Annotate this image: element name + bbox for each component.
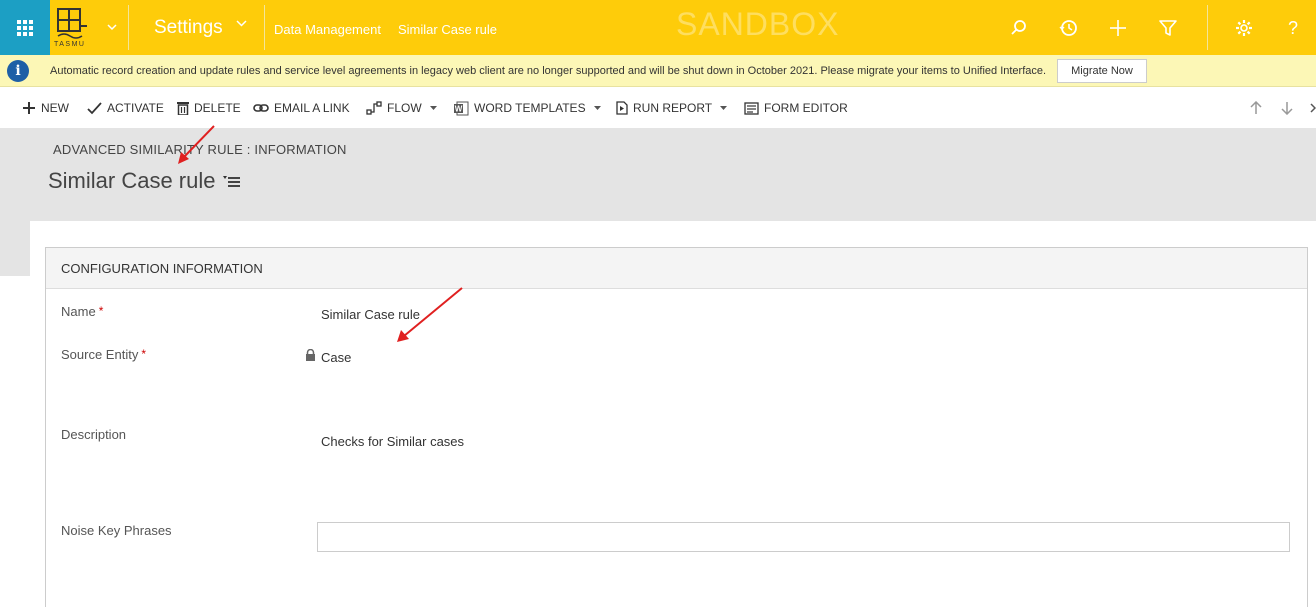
required-indicator: * <box>141 347 146 361</box>
new-label: NEW <box>41 101 69 115</box>
chevron-down-icon[interactable] <box>236 20 247 27</box>
source-entity-field: Case <box>321 350 352 365</box>
description-label: Description <box>61 427 127 442</box>
caret-down-icon <box>593 106 601 110</box>
required-indicator: * <box>98 304 104 318</box>
help-icon: ? <box>1287 17 1298 38</box>
trash-icon <box>177 102 189 115</box>
lock-icon <box>306 349 315 361</box>
caret-down-icon <box>720 106 728 110</box>
search-button[interactable] <box>1009 18 1029 38</box>
noise-key-phrases-input[interactable] <box>317 522 1290 552</box>
flow-icon <box>366 101 382 115</box>
previous-record-button[interactable] <box>1250 100 1267 116</box>
create-new-button[interactable] <box>1108 18 1128 38</box>
arrow-down-icon <box>1281 102 1293 115</box>
flow-label: FLOW <box>387 101 422 115</box>
logo-caption: TASMU <box>54 41 86 48</box>
tasmu-logo-mark <box>57 8 87 39</box>
top-nav-bar: TASMU Settings Data Management Similar C… <box>0 0 1316 55</box>
record-title: Similar Case rule <box>48 168 216 193</box>
delete-button[interactable]: DELETE <box>177 100 241 116</box>
source-entity-label: Source Entity * <box>61 347 146 362</box>
notification-message: Automatic record creation and update rul… <box>50 65 1047 77</box>
svg-text:W: W <box>455 104 463 113</box>
app-launcher-button[interactable] <box>0 0 50 55</box>
caret-down-icon <box>429 106 437 110</box>
plus-icon <box>1110 20 1126 36</box>
section-header: CONFIGURATION INFORMATION <box>46 248 1307 289</box>
name-label: Name * <box>61 304 104 319</box>
word-templates-label: WORD TEMPLATES <box>474 101 586 115</box>
arrow-up-icon <box>1250 101 1262 114</box>
search-icon <box>1011 20 1026 35</box>
check-icon <box>87 101 102 114</box>
notification-bar: i Automatic record creation and update r… <box>0 55 1316 87</box>
logo-menu-chevron[interactable] <box>98 0 126 55</box>
link-icon <box>253 104 269 112</box>
form-selector-icon[interactable] <box>223 175 240 187</box>
form-editor-label: FORM EDITOR <box>764 101 848 115</box>
advanced-find-button[interactable] <box>1158 18 1178 38</box>
flow-button[interactable]: FLOW <box>366 100 442 116</box>
run-report-button[interactable]: RUN REPORT <box>616 100 732 116</box>
breadcrumb-data-management[interactable]: Data Management <box>274 22 381 37</box>
breadcrumb-record[interactable]: Similar Case rule <box>398 22 497 37</box>
report-icon <box>616 101 628 115</box>
help-button[interactable]: ? <box>1283 18 1303 38</box>
word-templates-button[interactable]: W WORD TEMPLATES <box>454 100 606 116</box>
next-record-button[interactable] <box>1281 100 1298 116</box>
noise-key-phrases-label: Noise Key Phrases <box>61 523 172 538</box>
run-report-label: RUN REPORT <box>633 101 713 115</box>
command-bar: NEW ACTIVATE DELETE EMAIL A LINK FLOW W … <box>0 88 1316 128</box>
expand-icon <box>1310 103 1316 113</box>
form-editor-button[interactable]: FORM EDITOR <box>744 100 848 116</box>
plus-icon <box>23 102 35 114</box>
waffle-icon <box>17 19 33 36</box>
gear-icon <box>1236 20 1252 36</box>
tasmu-logo: TASMU <box>50 0 97 55</box>
form-icon <box>744 101 759 115</box>
section-title: CONFIGURATION INFORMATION <box>61 261 263 276</box>
migrate-now-button[interactable]: Migrate Now <box>1057 59 1147 83</box>
recent-icon <box>1059 20 1077 36</box>
app-title[interactable]: Settings <box>154 17 223 39</box>
activate-button[interactable]: ACTIVATE <box>87 100 164 116</box>
word-icon: W <box>454 101 469 115</box>
new-button[interactable]: NEW <box>22 100 69 116</box>
expand-button[interactable] <box>1310 100 1316 116</box>
configuration-section: CONFIGURATION INFORMATION <box>45 247 1308 607</box>
info-icon: i <box>7 60 29 82</box>
email-link-button[interactable]: EMAIL A LINK <box>253 100 350 116</box>
sandbox-watermark: SANDBOX <box>676 6 840 42</box>
recent-records-button[interactable] <box>1059 18 1079 38</box>
email-link-label: EMAIL A LINK <box>274 101 350 115</box>
delete-label: DELETE <box>194 101 241 115</box>
filter-icon <box>1159 20 1177 36</box>
description-field[interactable]: Checks for Similar cases <box>321 434 464 449</box>
settings-button[interactable] <box>1234 18 1254 38</box>
name-field[interactable]: Similar Case rule <box>321 307 420 322</box>
entity-form-title: ADVANCED SIMILARITY RULE : INFORMATION <box>53 142 347 157</box>
chevron-down-icon <box>107 24 117 31</box>
activate-label: ACTIVATE <box>107 101 164 115</box>
